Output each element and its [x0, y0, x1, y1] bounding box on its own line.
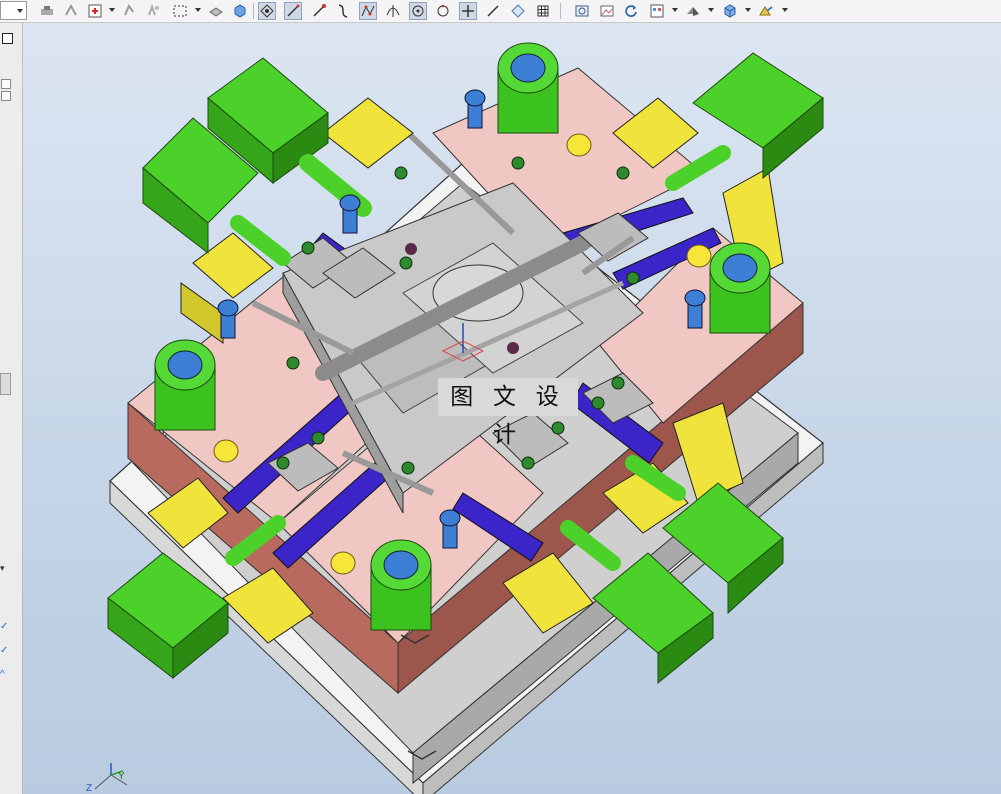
graphics-viewport[interactable]: Y Z 图 文 设 计 — [23, 23, 1001, 794]
refresh-icon[interactable] — [622, 2, 640, 20]
image-icon[interactable] — [598, 2, 616, 20]
guide-bushing — [154, 339, 216, 431]
cube-icon[interactable] — [721, 2, 739, 20]
scroll-down-icon[interactable]: ▾ — [0, 563, 11, 575]
show-hide-icon[interactable] — [38, 2, 56, 20]
layout-icon[interactable] — [648, 2, 666, 20]
guide-bushing — [709, 242, 771, 334]
panel-tab[interactable] — [1, 91, 11, 101]
shade-icon[interactable] — [684, 2, 702, 20]
triad-z-label: Z — [86, 783, 92, 794]
spline-icon[interactable] — [359, 2, 377, 20]
guide-bushing — [370, 539, 432, 631]
guide-bushing — [497, 42, 559, 134]
box-select-icon[interactable] — [171, 2, 189, 20]
chevron-down-icon[interactable] — [745, 8, 751, 12]
select-filter-icon[interactable] — [86, 2, 104, 20]
panel-tab[interactable] — [1, 79, 11, 89]
circle-center-icon[interactable] — [409, 2, 427, 20]
measure-icon[interactable] — [509, 2, 527, 20]
main-toolbar — [0, 0, 1001, 23]
check-icon[interactable]: ✓ — [0, 645, 11, 657]
view-combo[interactable] — [0, 1, 27, 20]
snap-point-icon[interactable] — [62, 2, 80, 20]
chevron-down-icon[interactable] — [109, 8, 115, 12]
watermark-label: 图 文 设 计 — [438, 378, 578, 447]
window-restore-icon[interactable] — [2, 33, 13, 44]
slash-icon[interactable] — [484, 2, 502, 20]
analysis-icon[interactable] — [757, 2, 775, 20]
view-solid-icon[interactable] — [231, 2, 249, 20]
chevron-down-icon[interactable] — [708, 8, 714, 12]
chevron-down-icon[interactable] — [782, 8, 788, 12]
grid-icon[interactable] — [534, 2, 552, 20]
arc-icon[interactable] — [384, 2, 402, 20]
curve-icon[interactable] — [334, 2, 352, 20]
vertex-snap-icon[interactable] — [258, 2, 276, 20]
check-icon[interactable]: ✓ — [0, 621, 11, 633]
triad-y-label: Y — [118, 771, 125, 782]
resource-bar: ▾ ✓ ✓ ^ — [0, 23, 23, 794]
chevron-down-icon — [17, 9, 23, 13]
view-shaded-icon[interactable] — [207, 2, 225, 20]
edge-icon[interactable] — [310, 2, 328, 20]
camera-icon[interactable] — [573, 2, 591, 20]
rotate-icon[interactable] — [120, 2, 138, 20]
chevron-down-icon[interactable] — [672, 8, 678, 12]
box-select-icon[interactable] — [144, 2, 162, 20]
panel-scroll-thumb[interactable] — [0, 373, 11, 395]
line-icon[interactable] — [284, 2, 302, 20]
caret-up-icon[interactable]: ^ — [0, 669, 11, 681]
plus-icon[interactable] — [459, 2, 477, 20]
circle-icon[interactable] — [434, 2, 452, 20]
chevron-down-icon[interactable] — [195, 8, 201, 12]
